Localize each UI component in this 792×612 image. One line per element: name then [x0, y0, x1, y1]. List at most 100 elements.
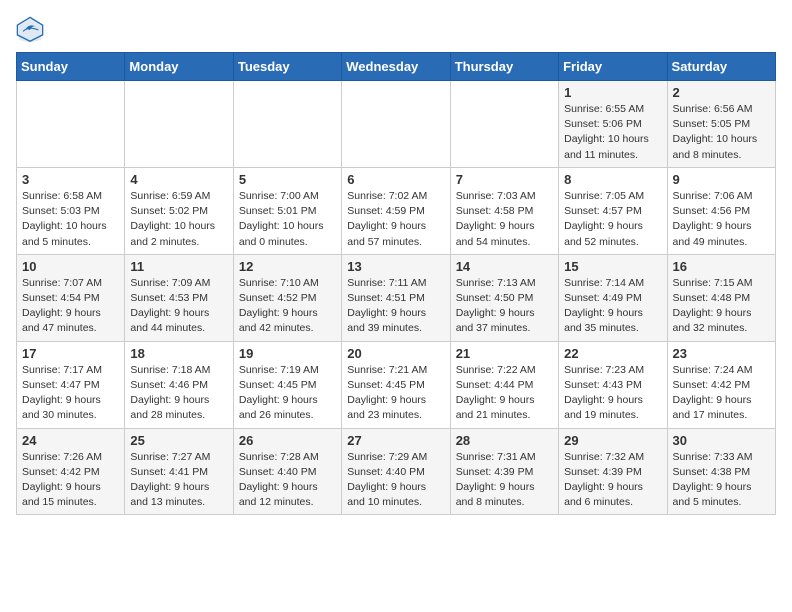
day-info: Sunrise: 7:07 AM Sunset: 4:54 PM Dayligh… — [22, 276, 119, 337]
day-info: Sunrise: 7:15 AM Sunset: 4:48 PM Dayligh… — [673, 276, 770, 337]
day-info: Sunrise: 7:23 AM Sunset: 4:43 PM Dayligh… — [564, 363, 661, 424]
calendar-cell: 3 Sunrise: 6:58 AM Sunset: 5:03 PM Daylig… — [17, 167, 125, 254]
calendar-week-row: 3 Sunrise: 6:58 AM Sunset: 5:03 PM Daylig… — [17, 167, 776, 254]
calendar-cell: 17 Sunrise: 7:17 AM Sunset: 4:47 PM Dayli… — [17, 341, 125, 428]
day-number: 25 — [130, 433, 227, 448]
day-info: Sunrise: 7:22 AM Sunset: 4:44 PM Dayligh… — [456, 363, 553, 424]
calendar-week-row: 1 Sunrise: 6:55 AM Sunset: 5:06 PM Daylig… — [17, 81, 776, 168]
day-info: Sunrise: 7:02 AM Sunset: 4:59 PM Dayligh… — [347, 189, 444, 250]
calendar-cell: 30 Sunrise: 7:33 AM Sunset: 4:38 PM Dayli… — [667, 428, 775, 515]
calendar-cell: 8 Sunrise: 7:05 AM Sunset: 4:57 PM Daylig… — [559, 167, 667, 254]
calendar-cell: 2 Sunrise: 6:56 AM Sunset: 5:05 PM Daylig… — [667, 81, 775, 168]
day-number: 23 — [673, 346, 770, 361]
day-number: 2 — [673, 85, 770, 100]
day-info: Sunrise: 7:33 AM Sunset: 4:38 PM Dayligh… — [673, 450, 770, 511]
calendar-cell: 15 Sunrise: 7:14 AM Sunset: 4:49 PM Dayli… — [559, 254, 667, 341]
calendar-cell — [17, 81, 125, 168]
calendar-cell — [342, 81, 450, 168]
day-number: 14 — [456, 259, 553, 274]
calendar-cell: 10 Sunrise: 7:07 AM Sunset: 4:54 PM Dayli… — [17, 254, 125, 341]
day-info: Sunrise: 7:17 AM Sunset: 4:47 PM Dayligh… — [22, 363, 119, 424]
day-info: Sunrise: 7:21 AM Sunset: 4:45 PM Dayligh… — [347, 363, 444, 424]
day-number: 29 — [564, 433, 661, 448]
calendar-cell: 1 Sunrise: 6:55 AM Sunset: 5:06 PM Daylig… — [559, 81, 667, 168]
calendar-cell: 16 Sunrise: 7:15 AM Sunset: 4:48 PM Dayli… — [667, 254, 775, 341]
calendar-cell: 7 Sunrise: 7:03 AM Sunset: 4:58 PM Daylig… — [450, 167, 558, 254]
day-number: 12 — [239, 259, 336, 274]
day-info: Sunrise: 7:26 AM Sunset: 4:42 PM Dayligh… — [22, 450, 119, 511]
day-number: 15 — [564, 259, 661, 274]
day-number: 18 — [130, 346, 227, 361]
day-info: Sunrise: 7:31 AM Sunset: 4:39 PM Dayligh… — [456, 450, 553, 511]
calendar-cell: 4Sunrise: 6:59 AM Sunset: 5:02 PM Daylig… — [125, 167, 233, 254]
day-number: 11 — [130, 259, 227, 274]
calendar-cell: 19 Sunrise: 7:19 AM Sunset: 4:45 PM Dayli… — [233, 341, 341, 428]
day-number: 30 — [673, 433, 770, 448]
calendar-cell — [125, 81, 233, 168]
calendar-cell: 12 Sunrise: 7:10 AM Sunset: 4:52 PM Dayli… — [233, 254, 341, 341]
calendar-cell: 27 Sunrise: 7:29 AM Sunset: 4:40 PM Dayli… — [342, 428, 450, 515]
calendar-cell: 6 Sunrise: 7:02 AM Sunset: 4:59 PM Daylig… — [342, 167, 450, 254]
day-info: Sunrise: 7:24 AM Sunset: 4:42 PM Dayligh… — [673, 363, 770, 424]
calendar-cell: 28 Sunrise: 7:31 AM Sunset: 4:39 PM Dayli… — [450, 428, 558, 515]
logo — [16, 16, 48, 44]
day-info: Sunrise: 7:32 AM Sunset: 4:39 PM Dayligh… — [564, 450, 661, 511]
day-number: 21 — [456, 346, 553, 361]
day-info: Sunrise: 7:14 AM Sunset: 4:49 PM Dayligh… — [564, 276, 661, 337]
calendar-cell: 18 Sunrise: 7:18 AM Sunset: 4:46 PM Dayli… — [125, 341, 233, 428]
day-info: Sunrise: 7:09 AM Sunset: 4:53 PM Dayligh… — [130, 276, 227, 337]
day-number: 8 — [564, 172, 661, 187]
calendar-cell — [450, 81, 558, 168]
calendar-cell: 23 Sunrise: 7:24 AM Sunset: 4:42 PM Dayli… — [667, 341, 775, 428]
day-number: 28 — [456, 433, 553, 448]
day-of-week-header: Wednesday — [342, 53, 450, 81]
calendar-cell: 13Sunrise: 7:11 AM Sunset: 4:51 PM Dayli… — [342, 254, 450, 341]
day-info: Sunrise: 7:27 AM Sunset: 4:41 PM Dayligh… — [130, 450, 227, 511]
day-of-week-header: Sunday — [17, 53, 125, 81]
day-number: 17 — [22, 346, 119, 361]
calendar-table: SundayMondayTuesdayWednesdayThursdayFrid… — [16, 52, 776, 515]
calendar-cell: 20 Sunrise: 7:21 AM Sunset: 4:45 PM Dayli… — [342, 341, 450, 428]
day-info: Sunrise: 7:13 AM Sunset: 4:50 PM Dayligh… — [456, 276, 553, 337]
day-number: 9 — [673, 172, 770, 187]
logo-icon — [16, 16, 44, 44]
calendar-cell: 29 Sunrise: 7:32 AM Sunset: 4:39 PM Dayli… — [559, 428, 667, 515]
day-number: 5 — [239, 172, 336, 187]
calendar-cell: 25 Sunrise: 7:27 AM Sunset: 4:41 PM Dayli… — [125, 428, 233, 515]
day-info: Sunrise: 7:03 AM Sunset: 4:58 PM Dayligh… — [456, 189, 553, 250]
day-info: Sunrise: 7:19 AM Sunset: 4:45 PM Dayligh… — [239, 363, 336, 424]
day-number: 7 — [456, 172, 553, 187]
calendar-cell: 24Sunrise: 7:26 AM Sunset: 4:42 PM Dayli… — [17, 428, 125, 515]
day-number: 10 — [22, 259, 119, 274]
day-info: Sunrise: 7:06 AM Sunset: 4:56 PM Dayligh… — [673, 189, 770, 250]
day-info: Sunrise: 7:05 AM Sunset: 4:57 PM Dayligh… — [564, 189, 661, 250]
calendar-cell: 14 Sunrise: 7:13 AM Sunset: 4:50 PM Dayli… — [450, 254, 558, 341]
day-info: Sunrise: 6:58 AM Sunset: 5:03 PM Dayligh… — [22, 189, 119, 250]
day-number: 19 — [239, 346, 336, 361]
calendar-cell: 21 Sunrise: 7:22 AM Sunset: 4:44 PM Dayli… — [450, 341, 558, 428]
day-number: 16 — [673, 259, 770, 274]
day-info: Sunrise: 7:29 AM Sunset: 4:40 PM Dayligh… — [347, 450, 444, 511]
day-number: 20 — [347, 346, 444, 361]
day-info: Sunrise: 6:55 AM Sunset: 5:06 PM Dayligh… — [564, 102, 661, 163]
day-info: Sunrise: 7:18 AM Sunset: 4:46 PM Dayligh… — [130, 363, 227, 424]
day-info: Sunrise: 6:56 AM Sunset: 5:05 PM Dayligh… — [673, 102, 770, 163]
day-number: 6 — [347, 172, 444, 187]
day-header-row: SundayMondayTuesdayWednesdayThursdayFrid… — [17, 53, 776, 81]
calendar-week-row: 24Sunrise: 7:26 AM Sunset: 4:42 PM Dayli… — [17, 428, 776, 515]
day-of-week-header: Monday — [125, 53, 233, 81]
calendar-cell — [233, 81, 341, 168]
day-of-week-header: Thursday — [450, 53, 558, 81]
day-of-week-header: Saturday — [667, 53, 775, 81]
calendar-cell: 9 Sunrise: 7:06 AM Sunset: 4:56 PM Daylig… — [667, 167, 775, 254]
calendar-cell: 11 Sunrise: 7:09 AM Sunset: 4:53 PM Dayli… — [125, 254, 233, 341]
day-number: 3 — [22, 172, 119, 187]
day-info: Sunrise: 7:10 AM Sunset: 4:52 PM Dayligh… — [239, 276, 336, 337]
calendar-week-row: 17 Sunrise: 7:17 AM Sunset: 4:47 PM Dayli… — [17, 341, 776, 428]
day-info: Sunrise: 7:00 AM Sunset: 5:01 PM Dayligh… — [239, 189, 336, 250]
day-of-week-header: Tuesday — [233, 53, 341, 81]
day-number: 27 — [347, 433, 444, 448]
day-number: 1 — [564, 85, 661, 100]
calendar-week-row: 10 Sunrise: 7:07 AM Sunset: 4:54 PM Dayli… — [17, 254, 776, 341]
day-info: Sunrise: 7:28 AM Sunset: 4:40 PM Dayligh… — [239, 450, 336, 511]
